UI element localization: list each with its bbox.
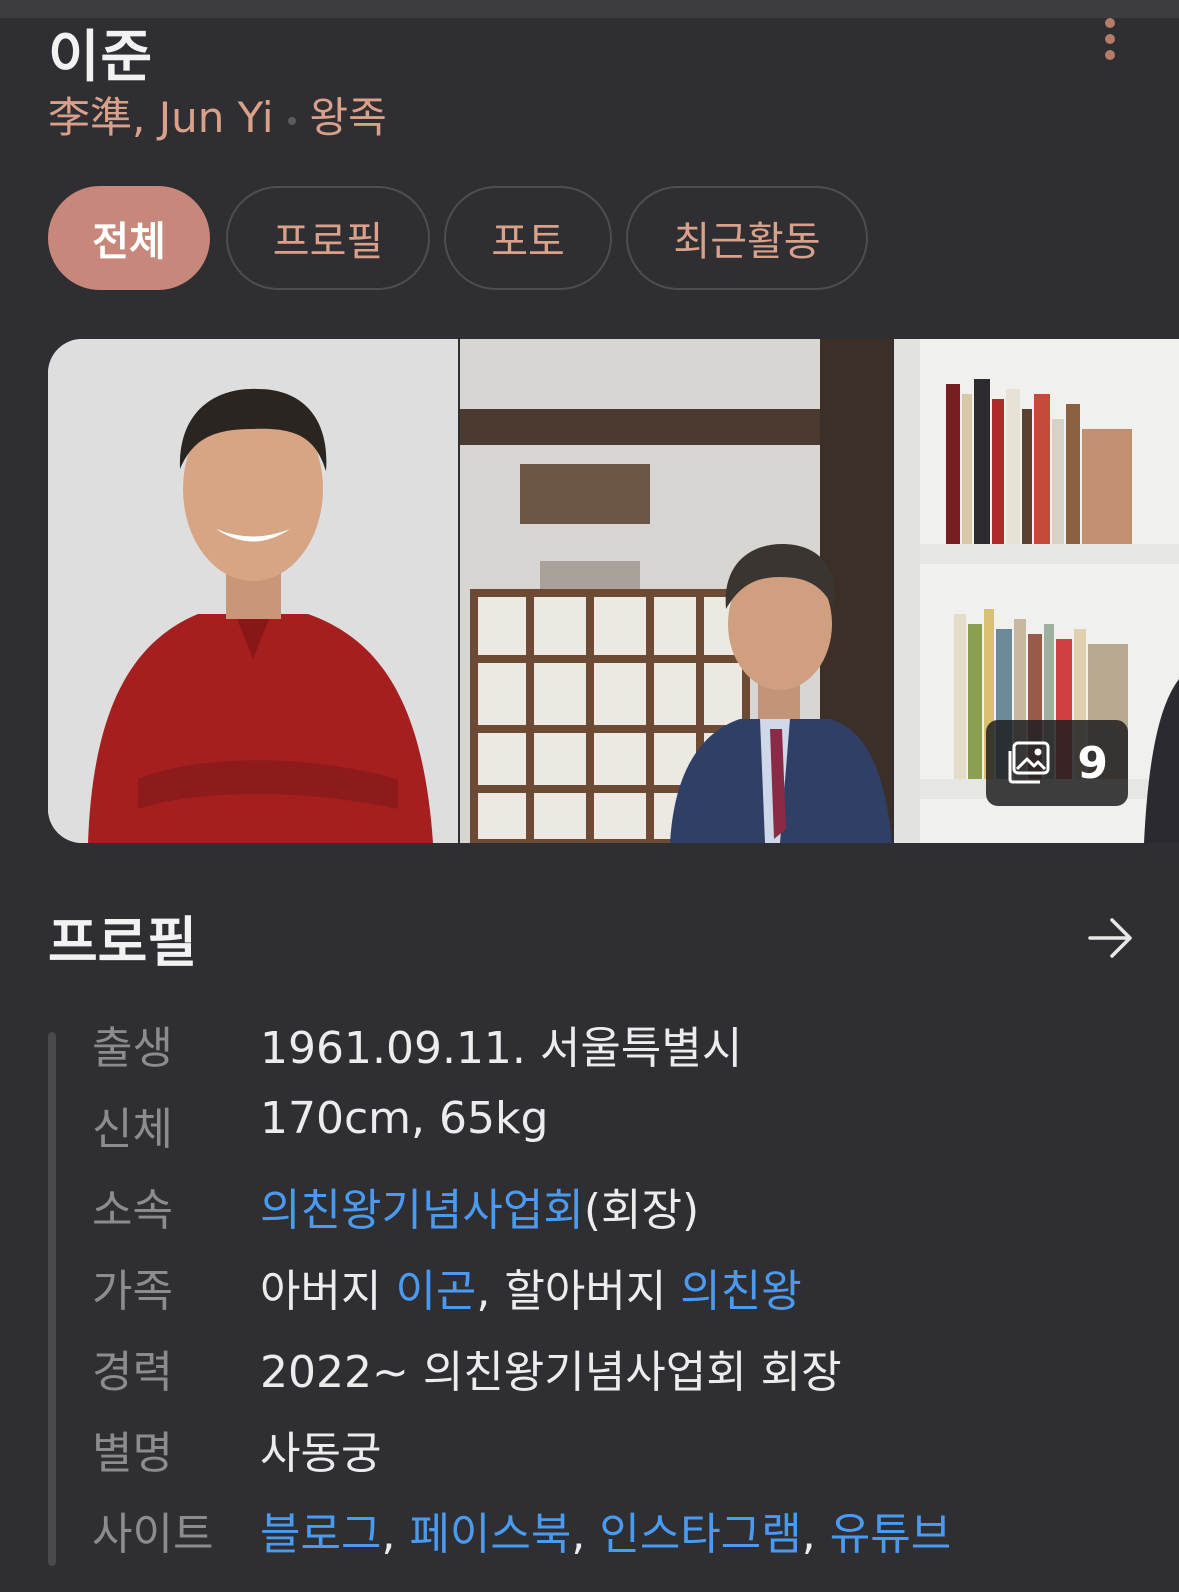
family-link-grandfather[interactable]: 의친왕 <box>680 1266 801 1317</box>
profile-row-body: 신체 170cm, 65kg <box>92 1093 1172 1163</box>
row-label: 가족 <box>92 1266 173 1317</box>
site-separator: , <box>571 1509 600 1560</box>
tab-profile[interactable]: 프로필 <box>226 186 430 290</box>
row-value: 1961.09.11. 서울특별시 <box>260 1023 743 1074</box>
profile-row-family: 가족 아버지 이곤, 할아버지 의친왕 <box>92 1255 1172 1325</box>
profile-row-affiliation: 소속 의친왕기념사업회(회장) <box>92 1174 1172 1244</box>
row-value: 블로그, 페이스북, 인스타그램, 유튜브 <box>260 1498 951 1562</box>
photo-count-badge[interactable]: 9 <box>986 720 1128 806</box>
profile-row-sites: 사이트 블로그, 페이스북, 인스타그램, 유튜브 <box>92 1498 1172 1568</box>
row-label: 출생 <box>92 1023 173 1074</box>
photo-thumbnail-2[interactable] <box>460 339 892 843</box>
separator-dot <box>287 116 296 125</box>
site-link-facebook[interactable]: 페이스북 <box>409 1509 571 1560</box>
site-link-blog[interactable]: 블로그 <box>260 1509 381 1560</box>
family-text-grandfather: , 할아버지 <box>476 1266 681 1317</box>
photo-gallery: 9 <box>48 339 1179 843</box>
affiliation-link[interactable]: 의친왕기념사업회 <box>260 1185 584 1236</box>
image-gallery-icon <box>1008 741 1050 784</box>
subtitle-name: 李準, Jun Yi <box>48 93 274 142</box>
profile-row-birth: 출생 1961.09.11. 서울특별시 <box>92 1012 1172 1082</box>
affiliation-suffix: (회장) <box>583 1185 700 1236</box>
site-link-youtube[interactable]: 유튜브 <box>830 1509 951 1560</box>
page-subtitle: 李準, Jun Yi 왕족 <box>48 84 387 145</box>
tab-recent-activity[interactable]: 최근활동 <box>626 186 868 290</box>
site-separator: , <box>381 1509 410 1560</box>
profile-section-title: 프로필 <box>48 911 198 974</box>
row-label: 사이트 <box>92 1509 214 1560</box>
row-value: 사동궁 <box>260 1428 382 1479</box>
subtitle-category[interactable]: 왕족 <box>310 93 387 142</box>
family-link-father[interactable]: 이곤 <box>395 1266 476 1317</box>
site-link-instagram[interactable]: 인스타그램 <box>599 1509 801 1560</box>
photo-thumbnail-1[interactable] <box>48 339 458 843</box>
site-separator: , <box>801 1509 830 1560</box>
row-value: 170cm, 65kg <box>260 1093 549 1144</box>
photo-count: 9 <box>1077 737 1108 789</box>
row-label: 신체 <box>92 1104 173 1155</box>
more-options-icon[interactable] <box>1096 16 1124 62</box>
page-title: 이준 <box>48 25 154 90</box>
row-value: 아버지 이곤, 할아버지 의친왕 <box>260 1255 802 1319</box>
top-edge-bar <box>0 0 1179 18</box>
tab-photo[interactable]: 포토 <box>444 186 612 290</box>
row-value: 2022~ 의친왕기념사업회 회장 <box>260 1347 842 1398</box>
profile-row-career: 경력 2022~ 의친왕기념사업회 회장 <box>92 1336 1172 1406</box>
row-value: 의친왕기념사업회(회장) <box>260 1174 699 1238</box>
family-text-father: 아버지 <box>260 1266 396 1317</box>
row-label: 소속 <box>92 1185 173 1236</box>
profile-row-alias: 별명 사동궁 <box>92 1417 1172 1487</box>
arrow-right-icon[interactable] <box>1086 916 1136 960</box>
tab-all[interactable]: 전체 <box>48 186 210 290</box>
row-label: 경력 <box>92 1347 173 1398</box>
profile-vertical-bar <box>48 1032 56 1566</box>
row-label: 별명 <box>92 1428 173 1479</box>
